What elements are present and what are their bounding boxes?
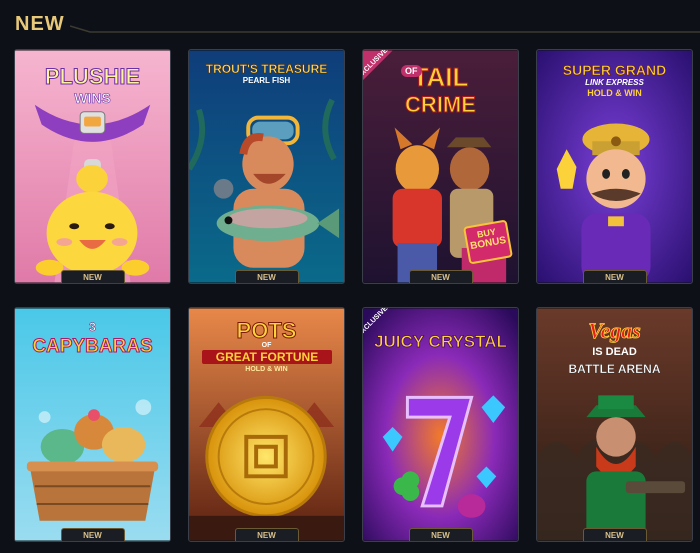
game-tile-pots-of-great-fortune[interactable]: POTS OF GREAT FORTUNE HOLD & WIN NEW [188,307,345,542]
new-badge: NEW [582,528,647,541]
new-badge: NEW [408,528,473,541]
game-title: JUICY CRYSTAL [374,332,508,352]
game-tile-tail-of-crime[interactable]: EXCLUSIVE TAIL OF CRIME BUY BONUS NEW [362,49,519,284]
game-title: Vegas [588,318,641,344]
game-title-of: OF [401,65,422,77]
game-title: CAPYBARAS [32,336,153,358]
game-tagline: HOLD & WIN [245,366,288,373]
new-badge: NEW [60,528,125,541]
new-badge: NEW [582,270,647,283]
new-badge: NEW [60,270,125,283]
game-subtitle: CRIME [405,92,477,118]
game-title: TAIL [412,62,469,93]
game-tile-super-grand[interactable]: SUPER GRAND LINK EXPRESS HOLD & WIN NEW [536,49,693,284]
game-subtitle: PEARL FISH [242,76,291,85]
new-badge: NEW [408,270,473,283]
game-subtitle: WINS [74,90,111,107]
new-badge: NEW [234,270,299,283]
game-tagline: HOLD & WIN [587,88,642,98]
new-badge: NEW [234,528,299,541]
game-title: PLUSHIE [44,64,141,90]
header-divider [70,25,700,33]
game-subtitle: IS DEAD [592,346,637,358]
section-header: NEW [0,0,700,46]
game-subtitle: LINK EXPRESS [585,78,644,87]
game-title: POTS [236,318,297,344]
game-title-of: OF [261,342,272,349]
game-tile-trouts-treasure[interactable]: TROUT'S TREASURE PEARL FISH NEW [188,49,345,284]
game-tagline: BATTLE ARENA [568,362,661,376]
game-title: TROUT'S TREASURE [205,62,328,77]
buy-bonus-badge: BUY BONUS [463,219,513,265]
game-title-number: 3 [89,320,96,335]
game-title: SUPER GRAND [562,62,667,79]
section-title: NEW [15,13,65,35]
game-tile-juicy-crystal[interactable]: EXCLUSIVE JUICY CRYSTAL NEW [362,307,519,542]
game-tile-3-capybaras[interactable]: 3 CAPYBARAS NEW [14,307,171,542]
game-subtitle: GREAT FORTUNE [202,350,332,364]
games-grid: PLUSHIE WINS NEW TROUT'S TREASURE PEARL … [14,49,693,553]
game-tile-vegas-is-dead[interactable]: Vegas IS DEAD BATTLE ARENA NEW [536,307,693,542]
game-tile-plushie-wins[interactable]: PLUSHIE WINS NEW [14,49,171,284]
